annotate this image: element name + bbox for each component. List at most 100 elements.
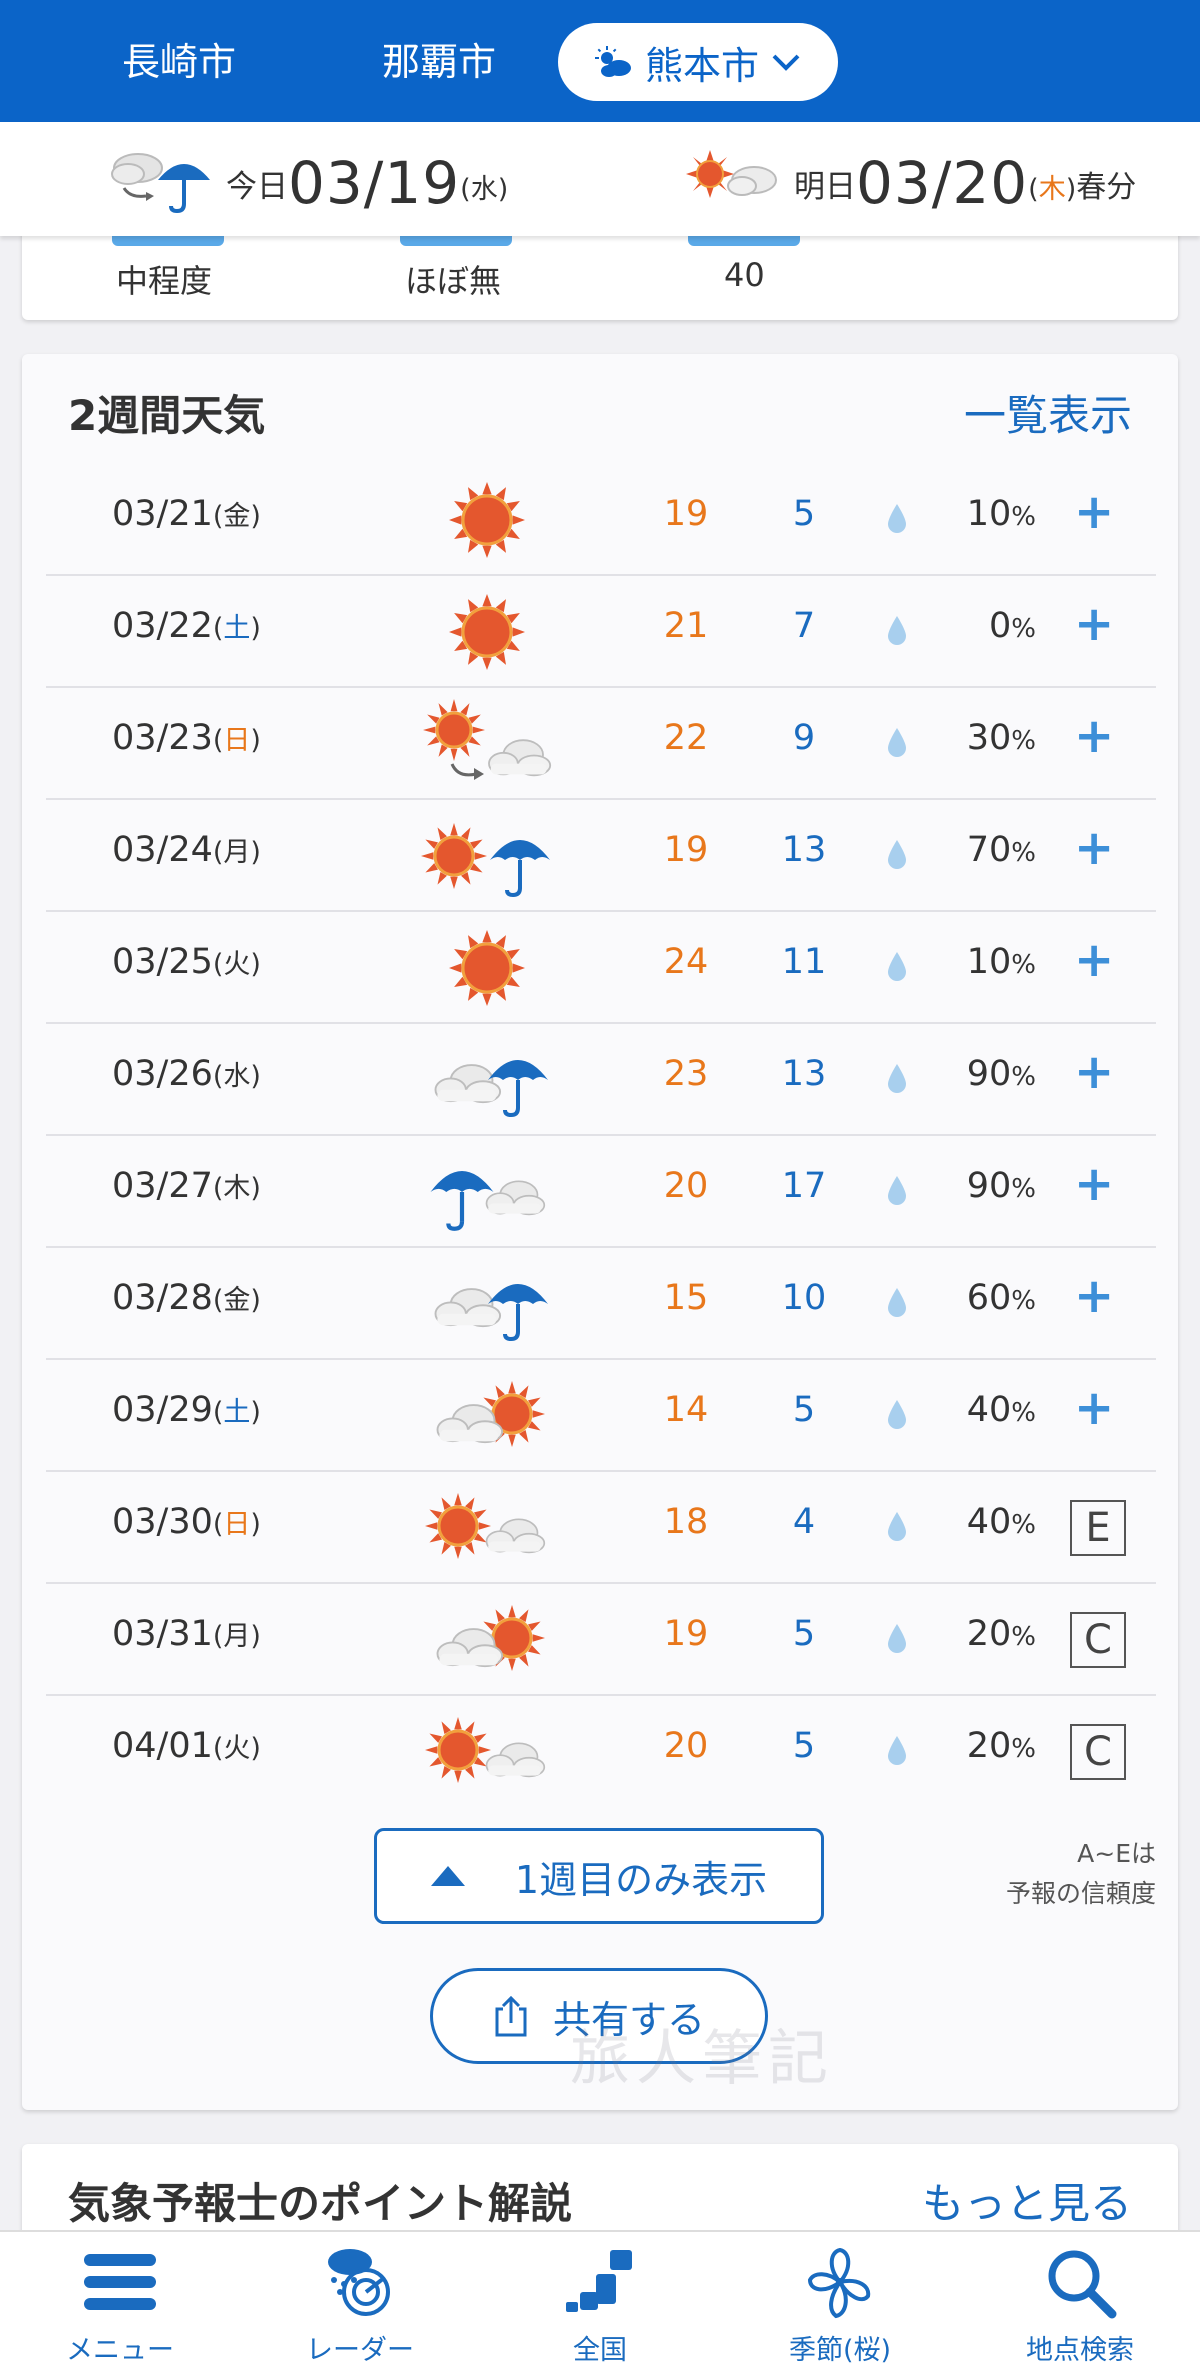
reliability-badge: C — [1070, 1612, 1126, 1668]
weather-icon — [425, 1493, 546, 1559]
nav-location-search[interactable]: 地点検索 — [960, 2232, 1200, 2369]
forecast-row[interactable]: 03/24(月) 19 13 70% + — [46, 800, 1156, 912]
forecast-row[interactable]: 03/31(月) 19 5 20% C — [46, 1584, 1156, 1696]
share-button[interactable]: 共有する — [430, 1968, 768, 2064]
forecast-list: 03/21(金) 19 5 10% +03/22(土) 21 7 0% +03/23(日) 22 9… — [46, 464, 1156, 1808]
expand-plus-icon[interactable]: + — [1074, 1044, 1114, 1100]
bottom-nav: メニュー レーダー 全国 季節(桜) 地点検索 — [0, 2230, 1200, 2369]
list-view-link[interactable]: 一覧表示 — [964, 382, 1132, 443]
forecast-date: 03/28(金) — [112, 1278, 261, 1318]
search-icon — [1048, 2250, 1117, 2319]
low-temp: 10 — [781, 1278, 827, 1318]
raindrop-icon — [888, 840, 906, 869]
forecast-date: 03/26(水) — [112, 1054, 261, 1094]
high-temp: 20 — [663, 1166, 709, 1206]
forecast-row[interactable]: 03/21(金) 19 5 10% + — [46, 464, 1156, 576]
weather-icon — [449, 594, 525, 670]
raindrop-icon — [888, 1288, 906, 1317]
forecast-row[interactable]: 03/28(金) 15 10 60% + — [46, 1248, 1156, 1360]
nav-menu[interactable]: メニュー — [0, 2232, 240, 2369]
forecast-date: 03/23(日) — [112, 718, 261, 758]
city-selector-kumamoto[interactable]: 熊本市 — [558, 23, 838, 101]
today-date: 03/19 — [288, 149, 461, 217]
radar-icon — [328, 2249, 390, 2316]
low-temp: 5 — [792, 1726, 816, 1766]
nav-nationwide[interactable]: 全国 — [480, 2232, 720, 2369]
nav-label: メニュー — [66, 2335, 174, 2366]
forecast-row[interactable]: 03/25(火) 24 11 10% + — [46, 912, 1156, 1024]
expand-plus-icon[interactable]: + — [1074, 1380, 1114, 1436]
precip-prob: 20% — [966, 1726, 1036, 1766]
raindrop-icon — [888, 1064, 906, 1093]
forecast-row[interactable]: 03/27(木) 20 17 90% + — [46, 1136, 1156, 1248]
expand-plus-icon[interactable]: + — [1074, 932, 1114, 988]
raindrop-icon — [888, 728, 906, 757]
precip-prob: 10% — [966, 494, 1036, 534]
high-temp: 19 — [663, 830, 709, 870]
reliability-note-line: 予報の信頼度 — [1005, 1879, 1156, 1908]
menu-icon — [84, 2254, 156, 2310]
weather-icon — [449, 482, 525, 558]
high-temp: 24 — [663, 942, 709, 982]
today-header[interactable]: 今日 03/19 (水) — [106, 144, 508, 214]
two-week-weather-card: 2週間天気 一覧表示 03/21(金) 19 5 10% +03/22(土) 21 7 0% +… — [22, 354, 1178, 2110]
low-temp: 13 — [781, 1054, 827, 1094]
high-temp: 18 — [663, 1502, 709, 1542]
weather-icon — [434, 1284, 548, 1342]
forecast-row[interactable]: 04/01(火) 20 5 20% C — [46, 1696, 1156, 1808]
today-label: 今日 — [226, 169, 288, 205]
low-temp: 17 — [781, 1166, 827, 1206]
city-tab-naha[interactable]: 那覇市 — [382, 30, 496, 94]
japan-map-icon — [566, 2250, 632, 2312]
high-temp: 19 — [663, 1614, 709, 1654]
see-more-link[interactable]: もっと見る — [922, 2170, 1132, 2231]
expand-plus-icon[interactable]: + — [1074, 1268, 1114, 1324]
forecast-row[interactable]: 03/23(日) 22 9 30% + — [46, 688, 1156, 800]
forecast-date: 03/31(月) — [112, 1614, 261, 1654]
forecast-row[interactable]: 03/22(土) 21 7 0% + — [46, 576, 1156, 688]
city-tab-bar: 長崎市 那覇市 熊本市 — [0, 0, 1200, 122]
high-temp: 15 — [663, 1278, 709, 1318]
raindrop-icon — [888, 1400, 906, 1429]
sun-cloud-icon — [686, 150, 777, 198]
city-tab-nagasaki[interactable]: 長崎市 — [122, 30, 236, 94]
expand-plus-icon[interactable]: + — [1074, 1156, 1114, 1212]
low-temp: 13 — [781, 830, 827, 870]
show-first-week-label: 1週目のみ表示 — [514, 1857, 768, 1902]
forecast-row[interactable]: 03/29(土) 14 5 40% + — [46, 1360, 1156, 1472]
low-temp: 5 — [792, 1390, 816, 1430]
precip-prob: 70% — [966, 830, 1036, 870]
raindrop-icon — [888, 1176, 906, 1205]
expand-plus-icon[interactable]: + — [1074, 708, 1114, 764]
weather-icon — [436, 1605, 545, 1671]
low-temp: 5 — [792, 1614, 816, 1654]
precip-prob: 40% — [966, 1390, 1036, 1430]
forecast-date: 04/01(火) — [112, 1726, 261, 1766]
precip-prob: 40% — [966, 1502, 1036, 1542]
high-temp: 14 — [663, 1390, 709, 1430]
show-first-week-button[interactable]: 1週目のみ表示 — [374, 1828, 824, 1924]
forecast-row[interactable]: 03/30(日) 18 4 40% E — [46, 1472, 1156, 1584]
low-temp: 5 — [792, 494, 816, 534]
high-temp: 22 — [663, 718, 709, 758]
weather-icon — [434, 1060, 548, 1118]
precip-prob: 0% — [989, 606, 1036, 646]
expand-plus-icon[interactable]: + — [1074, 484, 1114, 540]
expand-plus-icon[interactable]: + — [1074, 820, 1114, 876]
city-selected-label: 熊本市 — [644, 43, 759, 88]
nav-season[interactable]: 季節(桜) — [720, 2232, 960, 2369]
tomorrow-note: 春分 — [1076, 170, 1137, 205]
raindrop-icon — [888, 1512, 906, 1541]
forecast-date: 03/25(火) — [112, 942, 261, 982]
expand-plus-icon[interactable]: + — [1074, 596, 1114, 652]
forecast-date: 03/29(土) — [112, 1390, 261, 1430]
today-weekday: (水) — [460, 174, 509, 205]
date-header: 今日 03/19 (水) 明日 03/20 (木) 春分 — [0, 122, 1200, 236]
precip-prob: 90% — [966, 1166, 1036, 1206]
forecast-row[interactable]: 03/26(水) 23 13 90% + — [46, 1024, 1156, 1136]
index-value: 40 — [724, 256, 765, 294]
nav-radar[interactable]: レーダー — [240, 2232, 480, 2369]
precip-prob: 90% — [966, 1054, 1036, 1094]
tomorrow-header[interactable]: 明日 03/20 (木) 春分 — [680, 144, 1136, 214]
index-value: ほぼ無 — [405, 262, 502, 300]
